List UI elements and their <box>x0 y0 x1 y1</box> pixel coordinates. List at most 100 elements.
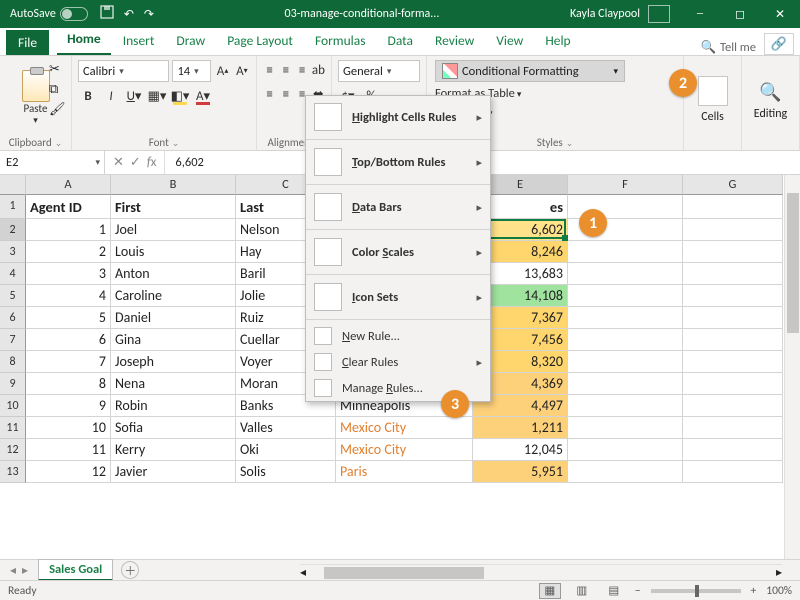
user-name[interactable]: Kayla Claypool <box>570 7 640 21</box>
row-head-4[interactable]: 4 <box>0 263 26 285</box>
row-head-3[interactable]: 3 <box>0 241 26 263</box>
tab-help[interactable]: Help <box>535 28 580 55</box>
cell[interactable] <box>683 461 783 483</box>
cell[interactable]: Joel <box>111 219 236 241</box>
row-head-8[interactable]: 8 <box>0 351 26 373</box>
col-head-A[interactable]: A <box>26 175 111 195</box>
cell[interactable] <box>683 329 783 351</box>
cell[interactable]: 5 <box>26 307 111 329</box>
cf-menu-clear-rules[interactable]: Clear Rules▸ <box>306 349 490 375</box>
cf-menu-icon-sets[interactable]: Icon Sets▸ <box>306 278 490 316</box>
sheet-tab-active[interactable]: Sales Goal <box>38 559 113 581</box>
cell[interactable]: Daniel <box>111 307 236 329</box>
align-top-icon[interactable]: ≡ <box>263 60 276 80</box>
share-button[interactable]: 🔗 <box>764 33 794 55</box>
cell[interactable]: Valles <box>236 417 336 439</box>
autosave-toggle[interactable]: AutoSave <box>10 7 88 21</box>
cell[interactable]: Anton <box>111 263 236 285</box>
font-size-combo[interactable]: 14▾ <box>172 60 211 82</box>
col-head-F[interactable]: F <box>568 175 683 195</box>
tab-data[interactable]: Data <box>378 28 423 55</box>
cell[interactable] <box>683 307 783 329</box>
name-box[interactable]: E2▾ <box>0 151 105 174</box>
toggle-off-icon[interactable] <box>60 7 88 21</box>
cell[interactable]: 1 <box>26 219 111 241</box>
cell[interactable]: Nena <box>111 373 236 395</box>
maximize-button[interactable]: ◻ <box>720 0 760 28</box>
new-sheet-button[interactable]: ＋ <box>121 561 139 579</box>
zoom-in-button[interactable]: + <box>751 584 757 598</box>
view-page-break-icon[interactable]: ▤ <box>603 583 625 599</box>
cell[interactable]: Agent ID <box>26 195 111 219</box>
cell[interactable]: 12 <box>26 461 111 483</box>
align-center-icon[interactable]: ≡ <box>279 84 292 104</box>
cell[interactable] <box>568 439 683 461</box>
zoom-out-button[interactable]: − <box>635 584 641 598</box>
cell[interactable]: 11 <box>26 439 111 461</box>
vertical-scrollbar[interactable] <box>784 175 800 559</box>
cell[interactable]: Robin <box>111 395 236 417</box>
view-page-layout-icon[interactable]: ▥ <box>571 583 593 599</box>
cell[interactable]: 9 <box>26 395 111 417</box>
enter-icon[interactable]: ✓ <box>130 155 141 170</box>
tab-file[interactable]: File <box>6 30 49 55</box>
row-head-2[interactable]: 2 <box>0 219 26 241</box>
underline-button[interactable]: U▾ <box>124 86 144 106</box>
tab-page-layout[interactable]: Page Layout <box>217 28 303 55</box>
cell[interactable]: Sofia <box>111 417 236 439</box>
scroll-right-icon[interactable]: ▸ <box>776 565 782 580</box>
fill-color-button[interactable]: ◧▾ <box>170 86 190 106</box>
cell[interactable]: Joseph <box>111 351 236 373</box>
cell[interactable] <box>683 395 783 417</box>
cut-icon[interactable]: ✂ <box>49 62 67 78</box>
row-head-9[interactable]: 9 <box>0 373 26 395</box>
fx-icon[interactable]: fx <box>147 155 157 170</box>
cell[interactable] <box>683 195 783 219</box>
cell[interactable]: 7 <box>26 351 111 373</box>
decrease-font-icon[interactable]: A▾ <box>234 61 250 81</box>
save-icon[interactable] <box>100 5 114 23</box>
conditional-formatting-button[interactable]: Conditional Formatting ▾ <box>435 60 625 82</box>
format-painter-icon[interactable]: 🖌 <box>49 102 67 118</box>
cell[interactable]: Solis <box>236 461 336 483</box>
row-head-13[interactable]: 13 <box>0 461 26 483</box>
cell[interactable] <box>568 395 683 417</box>
zoom-slider[interactable] <box>651 589 741 593</box>
row-head-1[interactable]: 1 <box>0 195 26 219</box>
cell[interactable]: Paris <box>336 461 473 483</box>
col-head-B[interactable]: B <box>111 175 236 195</box>
select-all-corner[interactable] <box>0 175 26 195</box>
cell[interactable]: Kerry <box>111 439 236 461</box>
cell[interactable]: 4 <box>26 285 111 307</box>
cell[interactable] <box>568 241 683 263</box>
cell[interactable] <box>683 351 783 373</box>
cell[interactable] <box>683 241 783 263</box>
cancel-icon[interactable]: ✕ <box>113 155 124 170</box>
tab-view[interactable]: View <box>486 28 533 55</box>
cell[interactable]: Mexico City <box>336 439 473 461</box>
cf-menu-new-rule[interactable]: New Rule... <box>306 323 490 349</box>
sheet-prev-icon[interactable]: ◂ <box>10 563 16 578</box>
cell[interactable]: Mexico City <box>336 417 473 439</box>
row-head-5[interactable]: 5 <box>0 285 26 307</box>
copy-icon[interactable]: ⧉ <box>49 82 67 98</box>
cell[interactable] <box>568 285 683 307</box>
cell[interactable]: Javier <box>111 461 236 483</box>
increase-font-icon[interactable]: A▴ <box>214 61 230 81</box>
row-head-7[interactable]: 7 <box>0 329 26 351</box>
cell[interactable] <box>683 285 783 307</box>
cell[interactable]: Oki <box>236 439 336 461</box>
row-head-12[interactable]: 12 <box>0 439 26 461</box>
align-middle-icon[interactable]: ≡ <box>279 60 292 80</box>
undo-icon[interactable]: ↶ <box>124 7 134 22</box>
align-left-icon[interactable]: ≡ <box>263 84 276 104</box>
cell[interactable] <box>683 219 783 241</box>
horizontal-scrollbar[interactable]: ◂▸ <box>300 564 782 580</box>
cell[interactable]: 3 <box>26 263 111 285</box>
sheet-next-icon[interactable]: ▸ <box>22 563 28 578</box>
border-button[interactable]: ▦▾ <box>147 86 167 106</box>
cf-menu-highlight-cells[interactable]: Highlight Cells Rules▸ <box>306 98 490 136</box>
cell[interactable]: First <box>111 195 236 219</box>
scroll-left-icon[interactable]: ◂ <box>300 565 306 580</box>
cell[interactable] <box>568 351 683 373</box>
